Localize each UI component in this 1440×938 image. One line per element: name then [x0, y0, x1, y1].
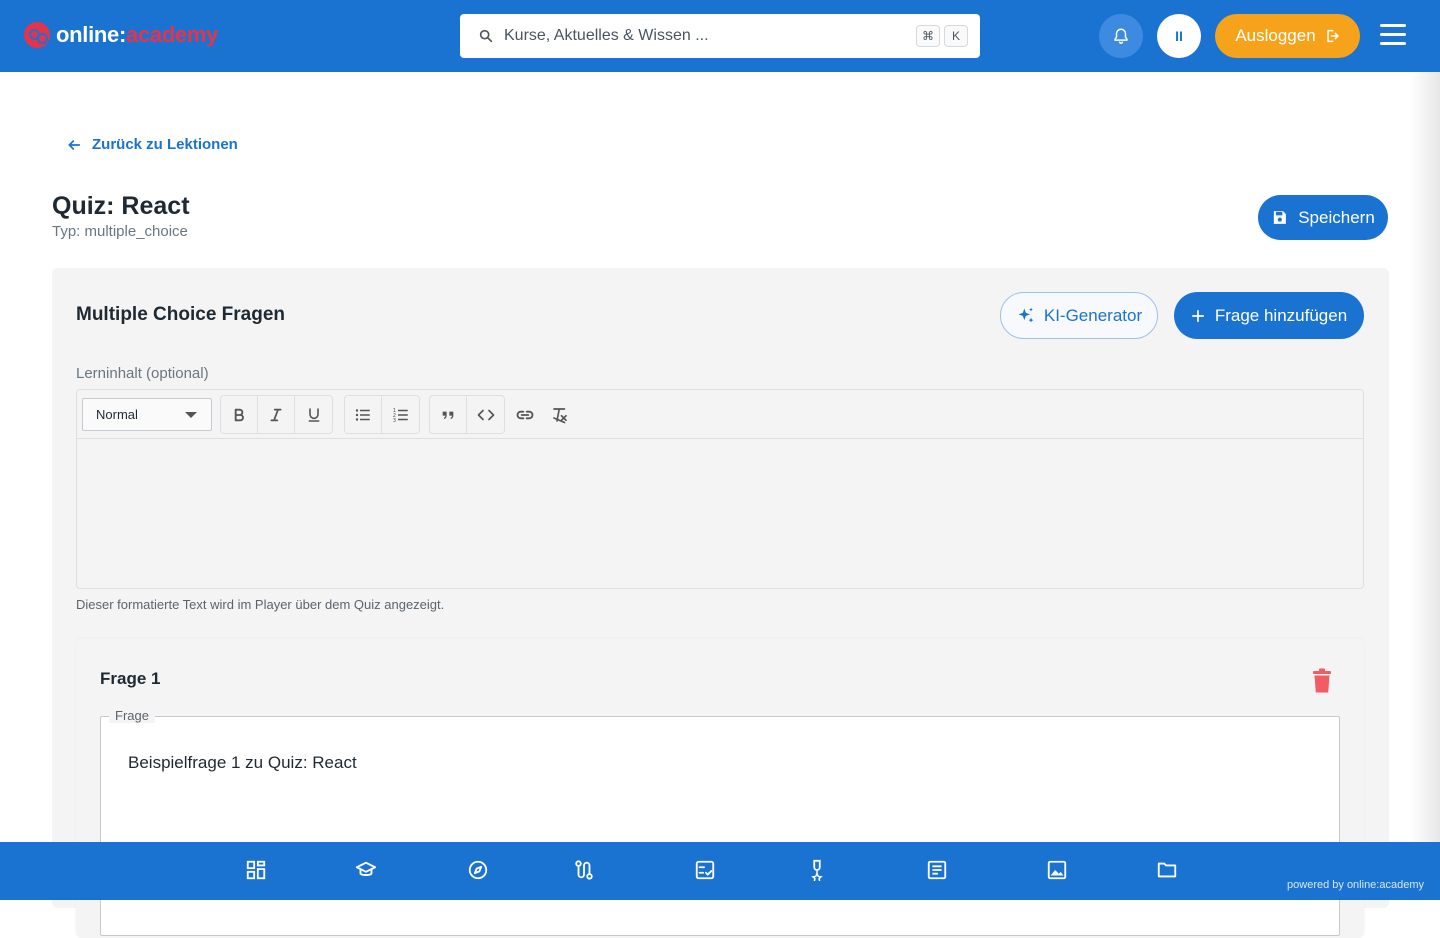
- save-icon: [1274, 211, 1287, 224]
- text-style-group: [220, 395, 333, 434]
- compass-icon[interactable]: [467, 859, 489, 881]
- back-to-lessons-link[interactable]: Zurück zu Lektionen: [66, 136, 238, 153]
- hamburger-menu-icon[interactable]: [1380, 24, 1410, 48]
- editor-toolbar: Normal 123: [77, 390, 1363, 439]
- ki-generator-button[interactable]: KI-Generator: [1000, 292, 1158, 339]
- search-bar[interactable]: ⌘ K: [460, 14, 980, 58]
- learning-content-label: Lerninhalt (optional): [76, 365, 209, 382]
- graduation-cap-icon[interactable]: [355, 859, 377, 881]
- logo-text-academy: academy: [126, 22, 219, 47]
- bold-icon[interactable]: [221, 396, 258, 433]
- question-text-field[interactable]: Frage Beispielfrage 1 zu Quiz: React: [100, 708, 1340, 936]
- search-input[interactable]: [504, 14, 904, 58]
- notifications-button[interactable]: [1099, 14, 1143, 58]
- quiz-editor-panel: Multiple Choice Fragen KI-Generator Frag…: [52, 268, 1389, 938]
- search-icon: [479, 29, 493, 43]
- text-format-value: Normal: [96, 407, 138, 422]
- logout-button[interactable]: Ausloggen: [1215, 14, 1360, 58]
- checklist-icon[interactable]: [694, 859, 716, 881]
- quote-icon[interactable]: [430, 396, 467, 433]
- page-subtitle: Typ: multiple_choice: [52, 223, 188, 240]
- question-field-legend: Frage: [109, 708, 155, 723]
- svg-text:3: 3: [392, 417, 395, 423]
- code-icon[interactable]: [467, 396, 504, 433]
- route-icon[interactable]: [573, 859, 595, 881]
- italic-icon[interactable]: [258, 396, 295, 433]
- save-button[interactable]: Speichern: [1258, 195, 1388, 240]
- logout-label: Ausloggen: [1235, 26, 1316, 45]
- powered-by-text: powered by online:academy: [1287, 879, 1424, 891]
- panel-title: Multiple Choice Fragen: [76, 304, 286, 325]
- award-icon[interactable]: [806, 859, 828, 881]
- clear-format-icon[interactable]: [541, 395, 578, 434]
- shortcut-k-key: K: [944, 25, 968, 47]
- dashboard-icon[interactable]: [245, 859, 267, 881]
- add-question-button[interactable]: Frage hinzufügen: [1174, 292, 1364, 339]
- numbered-list-icon[interactable]: 123: [382, 396, 419, 433]
- logo-text-online: online:: [56, 22, 127, 47]
- add-question-label: Frage hinzufügen: [1214, 305, 1348, 325]
- question-title: Frage 1: [100, 669, 161, 688]
- rich-text-editor: Normal 123: [76, 389, 1364, 589]
- save-button-label: Speichern: [1298, 207, 1375, 227]
- bell-icon: [1114, 28, 1128, 44]
- scroll-shadow: [1410, 72, 1440, 842]
- page-title: Quiz: React: [52, 192, 190, 220]
- bottom-navbar: powered by online:academy: [0, 842, 1440, 900]
- back-link-label: Zurück zu Lektionen: [92, 136, 238, 153]
- sparkles-icon: [1018, 307, 1034, 323]
- user-avatar[interactable]: II: [1157, 14, 1201, 58]
- list-group: 123: [344, 395, 420, 434]
- article-icon[interactable]: [926, 859, 948, 881]
- logout-icon: [1326, 29, 1339, 43]
- trash-icon[interactable]: [1310, 668, 1334, 694]
- logo-mark-icon: [24, 22, 50, 48]
- ki-generator-label: KI-Generator: [1043, 305, 1143, 325]
- link-icon[interactable]: [506, 395, 543, 434]
- top-navbar: online:academy ⌘ K II Ausloggen: [0, 0, 1440, 72]
- editor-hint-text: Dieser formatierte Text wird im Player ü…: [76, 597, 445, 612]
- arrow-left-icon: [68, 139, 81, 150]
- underline-icon[interactable]: [295, 396, 332, 433]
- editor-content-area[interactable]: [77, 439, 1363, 589]
- question-text: Beispielfrage 1 zu Quiz: React: [128, 753, 357, 772]
- shortcut-cmd-key: ⌘: [916, 25, 940, 47]
- bullet-list-icon[interactable]: [345, 396, 382, 433]
- plus-icon: [1191, 309, 1204, 322]
- image-icon[interactable]: [1046, 859, 1068, 881]
- logo[interactable]: online: academy: [24, 20, 218, 50]
- caret-down-icon: [185, 412, 197, 418]
- text-format-select[interactable]: Normal: [82, 398, 212, 431]
- block-group: [429, 395, 505, 434]
- folder-icon[interactable]: [1156, 859, 1178, 881]
